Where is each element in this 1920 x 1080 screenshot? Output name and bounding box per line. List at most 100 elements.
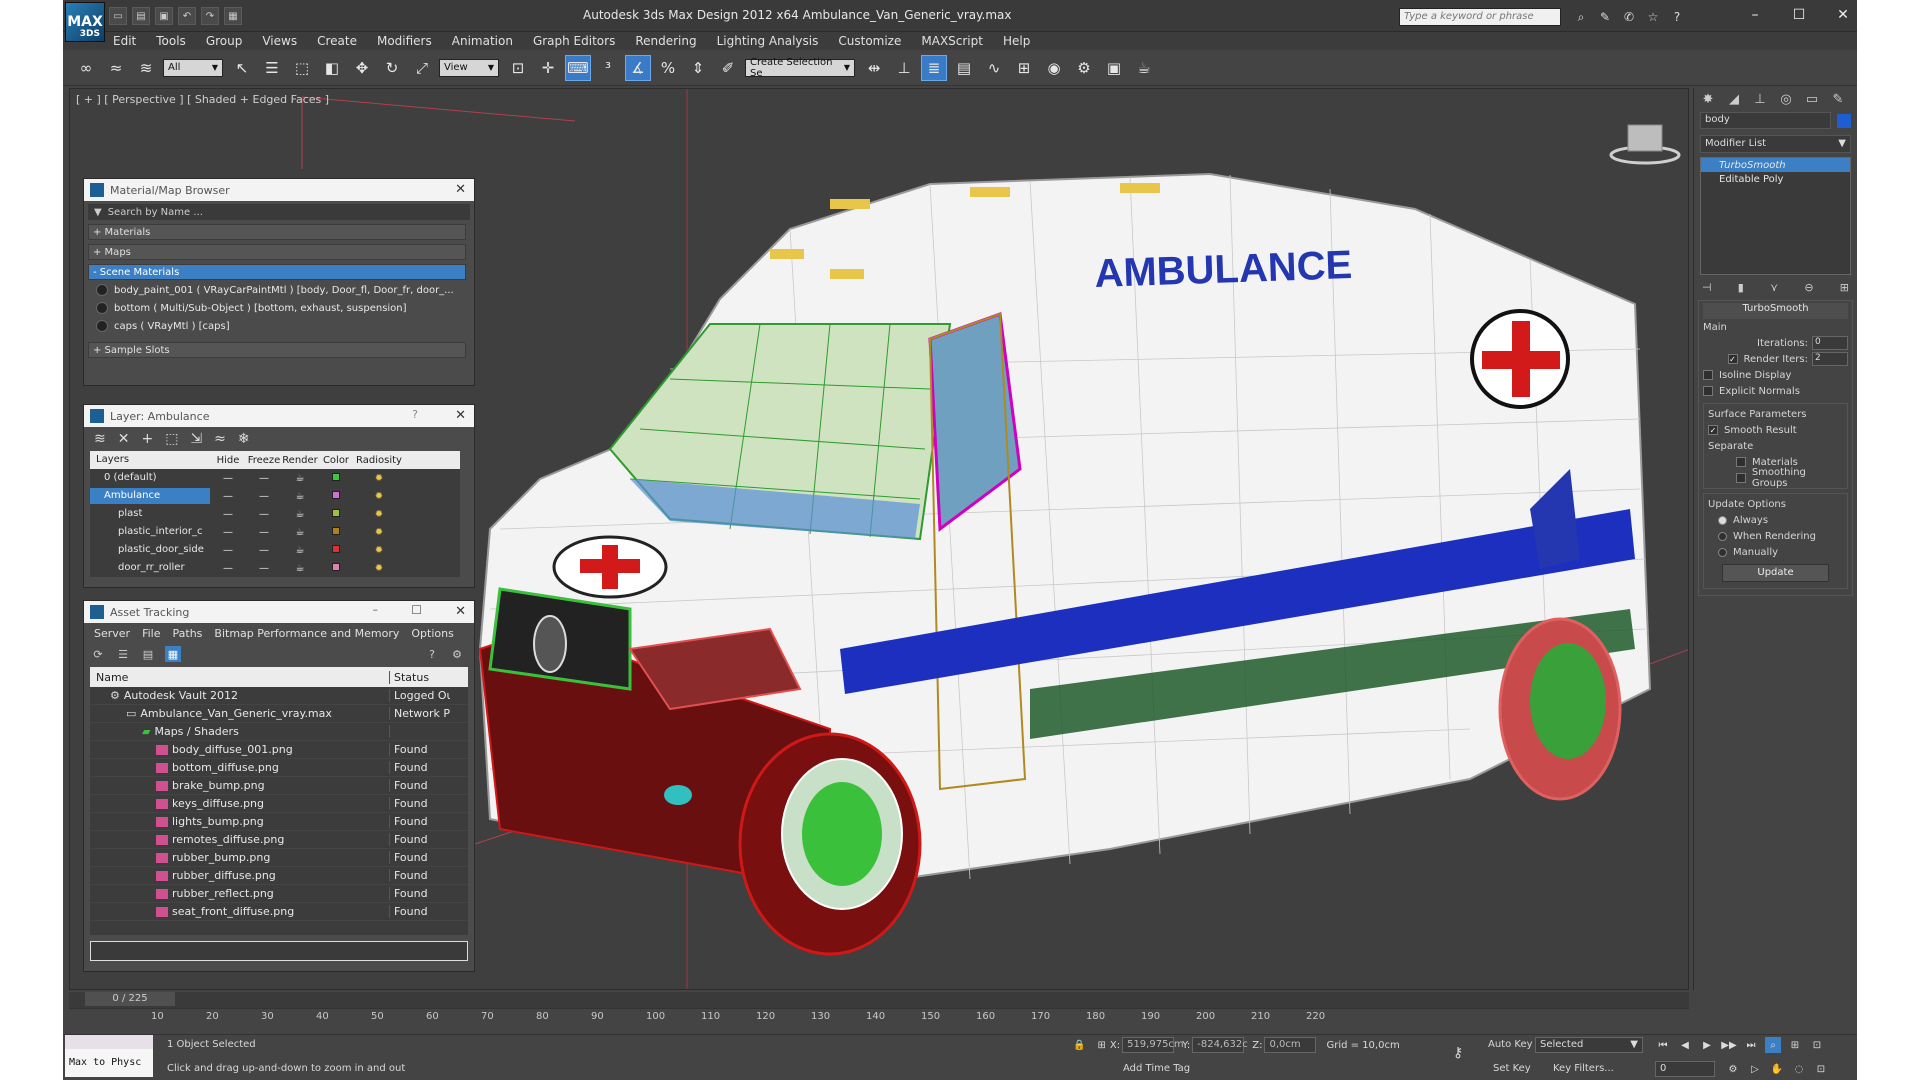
binoculars-icon[interactable]: ⌕: [1573, 9, 1589, 25]
freeze-toggle[interactable]: —: [246, 563, 282, 574]
create-tab-icon[interactable]: ✸: [1698, 89, 1718, 109]
add-to-layer-icon[interactable]: +: [141, 431, 153, 447]
open-file-icon[interactable]: ▤: [132, 7, 150, 25]
layer-row[interactable]: plastic_door_side — — ☕ ✹: [90, 541, 460, 559]
new-file-icon[interactable]: ▭: [109, 7, 127, 25]
radiosity-icon[interactable]: ✹: [354, 509, 404, 520]
asset-panel-titlebar[interactable]: Asset Tracking – ☐ ✕: [84, 601, 474, 623]
menu-lighting-analysis[interactable]: Lighting Analysis: [707, 32, 829, 50]
object-name-input[interactable]: body: [1700, 112, 1831, 129]
radiosity-icon[interactable]: ✹: [354, 491, 404, 502]
save-file-icon[interactable]: ▣: [155, 7, 173, 25]
show-end-result-icon[interactable]: ▮: [1738, 281, 1744, 294]
select-by-name-icon[interactable]: ☰: [259, 55, 285, 81]
asset-row[interactable]: seat_front_diffuse.png Found: [90, 903, 468, 921]
asset-row[interactable]: rubber_reflect.png Found: [90, 885, 468, 903]
smooth-result-checkbox[interactable]: ✓: [1708, 425, 1718, 435]
maximize-icon[interactable]: ☐: [1777, 4, 1821, 26]
rect-selection-icon[interactable]: ⬚: [289, 55, 315, 81]
named-selection-dropdown[interactable]: Create Selection Se ▼: [745, 57, 855, 79]
always-radio[interactable]: [1718, 515, 1727, 525]
menu-create[interactable]: Create: [307, 32, 367, 50]
freeze-toggle[interactable]: —: [246, 545, 282, 556]
key-mode-icon[interactable]: ⚷: [1453, 1045, 1463, 1061]
layer-color-swatch[interactable]: [318, 562, 354, 574]
render-iters-checkbox[interactable]: ✓: [1727, 354, 1738, 364]
time-config-icon[interactable]: ⚙: [1725, 1061, 1741, 1077]
graphite-ribbon-icon[interactable]: ▤: [951, 55, 977, 81]
object-color-swatch[interactable]: [1837, 113, 1851, 128]
radiosity-icon[interactable]: ✹: [354, 545, 404, 556]
asset-row[interactable]: ▰ Maps / Shaders: [90, 723, 468, 741]
redo-icon[interactable]: ↷: [201, 7, 219, 25]
asset-row[interactable]: rubber_bump.png Found: [90, 849, 468, 867]
freeze-toggle[interactable]: —: [246, 527, 282, 538]
stack-item-editable-poly[interactable]: Editable Poly: [1701, 172, 1850, 186]
close-icon[interactable]: ✕: [455, 604, 466, 619]
move-icon[interactable]: ✥: [349, 55, 375, 81]
mirror-icon[interactable]: ⇹: [861, 55, 887, 81]
zoom-all-icon[interactable]: ⊞: [1787, 1037, 1803, 1053]
smoothing-groups-checkbox[interactable]: [1736, 473, 1746, 483]
menu-modifiers[interactable]: Modifiers: [367, 32, 442, 50]
radiosity-icon[interactable]: ✹: [354, 527, 404, 538]
menu-edit[interactable]: Edit: [103, 32, 146, 50]
configure-sets-icon[interactable]: ⊞: [1840, 281, 1849, 294]
bind-spacewarp-icon[interactable]: ≋: [133, 55, 159, 81]
render-production-icon[interactable]: ☕: [1131, 55, 1157, 81]
menu-help[interactable]: Help: [993, 32, 1040, 50]
manually-radio[interactable]: [1718, 547, 1727, 557]
freeze-all-icon[interactable]: ❄: [238, 431, 250, 447]
asset-row[interactable]: remotes_diffuse.png Found: [90, 831, 468, 849]
menu-animation[interactable]: Animation: [442, 32, 523, 50]
maximize-icon[interactable]: ☐: [411, 603, 422, 617]
close-icon[interactable]: ✕: [1821, 4, 1857, 26]
remove-modifier-icon[interactable]: ⊖: [1804, 281, 1813, 294]
help-icon[interactable]: ?: [424, 646, 440, 662]
render-setup-icon[interactable]: ⚙: [1071, 55, 1097, 81]
layer-row[interactable]: door_rr_roller — — ☕ ✹: [90, 559, 460, 577]
zoom-extents-icon[interactable]: ⊡: [1809, 1037, 1825, 1053]
maxscript-listener-mini[interactable]: [65, 1035, 153, 1049]
x-coordinate-field[interactable]: 519,975cm: [1122, 1037, 1184, 1053]
menu-customize[interactable]: Customize: [828, 32, 911, 50]
material-search-input[interactable]: ▼ Search by Name ...: [88, 204, 470, 220]
hide-toggle[interactable]: —: [210, 563, 246, 574]
auto-key-button[interactable]: Auto Key: [1488, 1039, 1533, 1050]
go-to-end-icon[interactable]: ⏭: [1743, 1037, 1759, 1053]
asset-row[interactable]: rubber_diffuse.png Found: [90, 867, 468, 885]
asset-menu-paths[interactable]: Paths: [167, 627, 209, 640]
section-scene-materials[interactable]: - Scene Materials: [88, 264, 466, 280]
help-icon[interactable]: ?: [1669, 9, 1685, 25]
materials-checkbox[interactable]: [1736, 457, 1746, 467]
maximize-viewport-icon[interactable]: ⊡: [1813, 1061, 1829, 1077]
close-icon[interactable]: ✕: [455, 408, 466, 423]
select-in-layer-icon[interactable]: ⬚: [165, 431, 178, 447]
render-teapot-icon[interactable]: ☕: [282, 473, 318, 484]
asset-menu-server[interactable]: Server: [88, 627, 136, 640]
render-iters-spinner[interactable]: 2: [1812, 352, 1848, 366]
display-tab-icon[interactable]: ▭: [1802, 89, 1822, 109]
iterations-spinner[interactable]: 0: [1812, 336, 1848, 350]
radiosity-icon[interactable]: ✹: [354, 563, 404, 574]
edit-named-selection-icon[interactable]: ✐: [715, 55, 741, 81]
layer-color-swatch[interactable]: [318, 526, 354, 538]
project-folder-icon[interactable]: ▦: [224, 7, 242, 25]
layer-row[interactable]: plastic_interior_c — — ☕ ✹: [90, 523, 460, 541]
freeze-toggle[interactable]: —: [246, 473, 282, 484]
layer-manager-icon[interactable]: ≣: [921, 54, 947, 81]
layer-color-swatch[interactable]: [318, 472, 354, 484]
material-item[interactable]: caps ( VRayMtl ) [caps]: [96, 318, 466, 334]
track-bar[interactable]: 10 20 30 40 50 60 70 80 90 100 110 120 130 140 150 160 1…: [69, 1008, 1689, 1034]
thumbnail-view-icon[interactable]: ▤: [140, 646, 156, 662]
communication-icon[interactable]: ✆: [1621, 9, 1637, 25]
render-teapot-icon[interactable]: ☕: [282, 545, 318, 556]
key-mode-dropdown[interactable]: Selected ▼: [1535, 1037, 1643, 1053]
pin-stack-icon[interactable]: ⊣: [1702, 281, 1712, 294]
subscription-icon[interactable]: ✎: [1597, 9, 1613, 25]
schematic-view-icon[interactable]: ⊞: [1011, 55, 1037, 81]
menu-graph-editors[interactable]: Graph Editors: [523, 32, 625, 50]
pan-icon[interactable]: ✋: [1769, 1061, 1785, 1077]
selection-filter-dropdown[interactable]: All ▼: [163, 58, 223, 77]
material-item[interactable]: bottom ( Multi/Sub-Object ) [bottom, exh…: [96, 300, 466, 316]
